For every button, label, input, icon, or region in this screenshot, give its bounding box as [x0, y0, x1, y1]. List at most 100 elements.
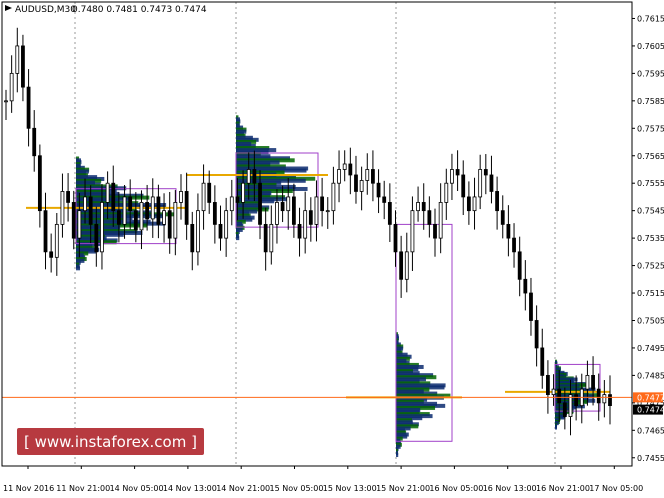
candle-body [455, 169, 460, 176]
candle-body [258, 182, 262, 225]
x-tick-label: 11 Nov 2016 [3, 484, 54, 493]
candle-body [393, 223, 398, 253]
symbol-label: AUDUSD,M30 [15, 5, 76, 15]
candle-body [557, 388, 562, 404]
candle-body [495, 191, 500, 212]
candle-body [201, 182, 206, 212]
candle-body [297, 223, 302, 239]
candle-body [77, 210, 82, 239]
candle-body [218, 223, 223, 239]
candle-body [94, 223, 99, 253]
candle-body [246, 169, 251, 184]
candle-body [483, 169, 488, 176]
candle-body [438, 202, 443, 239]
candle-body [461, 174, 466, 198]
candle-body [540, 347, 545, 376]
candle-body [478, 169, 483, 198]
candle-body [83, 196, 87, 212]
candle-body [602, 394, 607, 404]
candle-body [133, 210, 138, 231]
candle-body [212, 202, 217, 225]
candle-body [49, 251, 54, 258]
candle-body [574, 394, 579, 406]
candle-body [9, 72, 14, 102]
candle-body [275, 202, 279, 225]
candle-body [416, 202, 420, 212]
candle-body [60, 191, 65, 225]
candle-body [534, 320, 539, 349]
candle-body [376, 182, 381, 198]
x-tick-label: 15 Nov 13:00 [323, 484, 377, 493]
y-tick-label: 0.7525 [637, 262, 664, 271]
candle-body [43, 210, 48, 253]
candle-body [371, 169, 375, 184]
candle-body [320, 196, 325, 212]
candle-body [433, 223, 437, 239]
candle-body [26, 86, 31, 129]
candle-body [331, 182, 336, 212]
ohlc-values: 0.7480 0.7481 0.7473 0.7474 [72, 5, 207, 15]
candle-body [241, 182, 245, 203]
x-tick-label: 16 Nov 21:00 [536, 484, 590, 493]
x-tick-label: 15 Nov 21:00 [376, 484, 430, 493]
candle-body [32, 127, 37, 157]
candle-body [387, 202, 392, 225]
y-tick-label: 0.7535 [637, 234, 664, 243]
y-tick-label: 0.7605 [637, 42, 664, 51]
chart-header: AUDUSD,M30 0.7480 0.7481 0.7473 0.7474 [5, 5, 207, 15]
candle-body [263, 223, 268, 253]
y-tick-label: 0.7455 [637, 454, 664, 463]
candle-body [291, 196, 296, 225]
x-tick-label: 16 Nov 13:00 [483, 484, 537, 493]
y-tick-label: 0.7585 [637, 97, 664, 106]
candle-body [337, 169, 341, 184]
candle-body [100, 202, 104, 253]
candle-body [286, 196, 291, 212]
candle-body [314, 196, 319, 225]
candle-body [196, 210, 200, 253]
y-tick-label: 0.7565 [637, 152, 664, 161]
candle-body [224, 210, 229, 239]
y-tick-label: 0.7505 [637, 316, 664, 325]
candle-body [608, 394, 612, 406]
y-tick-label: 0.7485 [637, 371, 664, 380]
y-tick-label: 0.7555 [637, 179, 664, 188]
candle-body [252, 169, 257, 184]
candle-body [562, 402, 567, 417]
candle-body [37, 155, 42, 212]
candle-body [66, 191, 70, 203]
profile-bar [555, 425, 557, 430]
candle-body [88, 196, 93, 225]
candle-body [529, 292, 533, 321]
candle-body [410, 210, 415, 253]
candle-body [308, 210, 313, 225]
candle-body [404, 251, 409, 280]
candle-body [150, 196, 155, 220]
candle-body [162, 210, 166, 225]
candle-body [342, 163, 347, 170]
candle-body [512, 237, 516, 253]
candle-body [382, 196, 387, 203]
candle-body [139, 202, 144, 231]
candle-body [365, 169, 370, 181]
candle-body [546, 374, 550, 396]
candle-body [156, 196, 161, 225]
candle-body [568, 394, 573, 417]
price-chart[interactable]: 0.7615 0.7605 0.7595 0.7585 0.7575 0.7565 0.75… [0, 0, 664, 498]
candle-body [235, 196, 240, 203]
x-tick-label: 15 Nov 05:00 [270, 484, 324, 493]
candle-body [399, 251, 404, 280]
current-price-label: 0.7477 [637, 393, 664, 402]
watermark: [ www.instaforex.com ] [17, 428, 204, 455]
candle-body [179, 191, 183, 203]
y-tick-label: 0.7495 [637, 344, 664, 353]
candle-body [15, 45, 20, 74]
candle-body [190, 223, 195, 253]
candle-body [184, 191, 189, 225]
candle-body [591, 374, 595, 390]
x-tick-label: 14 Nov 21:00 [216, 484, 270, 493]
y-tick-label: 0.7545 [637, 207, 664, 216]
candle-body [122, 196, 127, 225]
candle-body [111, 182, 116, 212]
candle-body [450, 169, 454, 184]
